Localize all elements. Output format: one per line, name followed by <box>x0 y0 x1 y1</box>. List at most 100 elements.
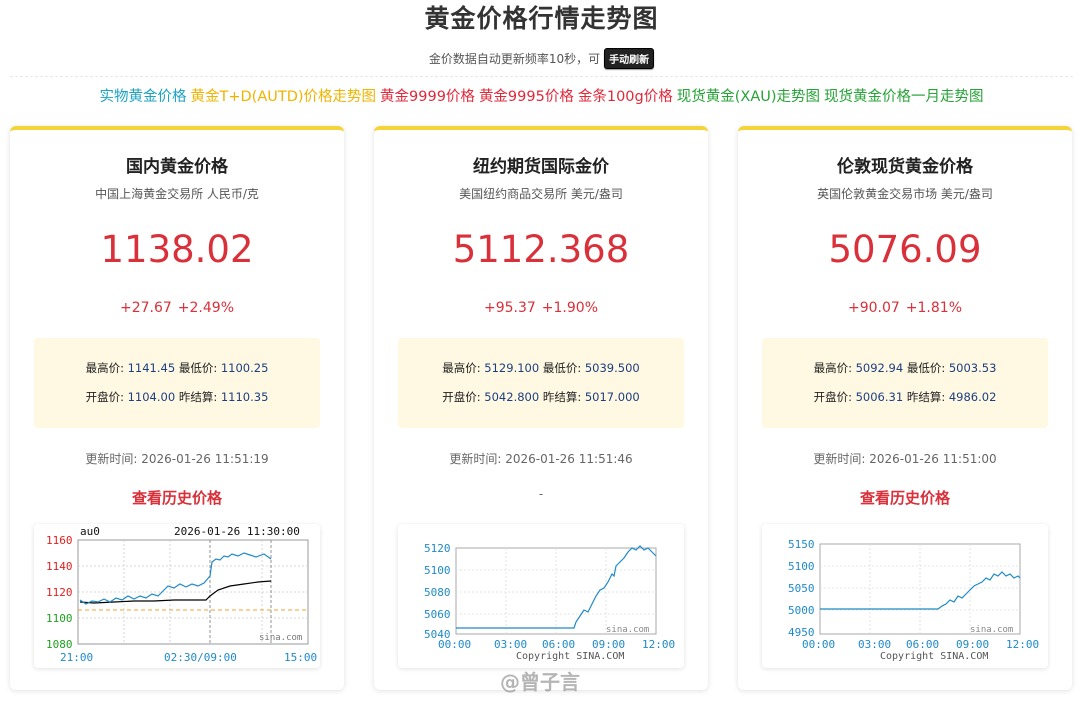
stats-row-open-prev: 开盘价: 5006.31 昨结算: 4986.02 <box>762 383 1048 412</box>
low-value: 1100.25 <box>220 361 269 375</box>
link-gold-9999[interactable]: 黄金9999价格 <box>380 85 475 106</box>
card-domestic-gold: 国内黄金价格 中国上海黄金交易所 人民币/克 1138.02 +27.67 +2.… <box>10 126 344 690</box>
y-tick: 5050 <box>788 582 815 595</box>
y-tick: 5080 <box>424 586 451 599</box>
high-value: 1141.45 <box>127 361 176 375</box>
chart-copyright: Copyright SINA.COM <box>880 651 988 662</box>
card-title: 国内黄金价格 <box>126 157 228 177</box>
x-tick: 00:00 <box>802 638 835 651</box>
x-tick: 02:30/09:00 <box>164 651 237 664</box>
link-spot-month[interactable]: 现货黄金价格一月走势图 <box>824 85 984 106</box>
prev-value: 4986.02 <box>948 390 997 404</box>
price-stats: 最高价: 5129.100 最低价: 5039.500 开盘价: 5042.80… <box>398 338 684 428</box>
y-tick: 1140 <box>46 560 73 573</box>
weibo-watermark: @曾子言 <box>500 670 580 694</box>
y-tick: 1160 <box>46 534 73 547</box>
change-value: +27.67 <box>119 300 172 316</box>
intraday-chart[interactable]: au0 2026-01-26 11:30:00 1160 1140 1120 1… <box>34 524 320 668</box>
prev-value: 1110.35 <box>220 390 269 404</box>
high-label: 最高价: <box>813 361 852 375</box>
card-subtitle: 英国伦敦黄金交易市场 美元/盎司 <box>817 187 993 201</box>
card-ny-futures-gold: 纽约期货国际金价 美国纽约商品交易所 美元/盎司 5112.368 +95.37… <box>374 126 708 690</box>
card-subtitle: 美国纽约商品交易所 美元/盎司 <box>459 187 623 201</box>
stats-row-high-low: 最高价: 1141.45 最低价: 1100.25 <box>34 354 320 383</box>
high-value: 5092.94 <box>855 361 904 375</box>
x-tick: 09:00 <box>956 638 989 651</box>
low-label: 最低价: <box>178 361 218 375</box>
page-title: 黄金价格行情走势图 <box>424 4 659 33</box>
update-time: 更新时间: 2026-01-26 11:51:19 <box>85 452 269 466</box>
x-tick: 03:00 <box>858 638 891 651</box>
card-title: 伦敦现货黄金价格 <box>837 157 973 177</box>
current-price: 5076.09 <box>828 228 982 271</box>
high-label: 最高价: <box>442 361 481 375</box>
stats-row-high-low: 最高价: 5129.100 最低价: 5039.500 <box>398 354 684 383</box>
intraday-chart[interactable]: 5150 5100 5050 5000 4950 sina.com 00:00 … <box>762 524 1048 668</box>
y-tick: 5120 <box>424 542 451 555</box>
y-tick: 5150 <box>788 538 815 551</box>
stats-row-high-low: 最高价: 5092.94 最低价: 5003.53 <box>762 354 1048 383</box>
x-tick: 12:00 <box>642 638 675 651</box>
stats-row-open-prev: 开盘价: 5042.800 昨结算: 5017.000 <box>398 383 684 412</box>
link-spot-xau[interactable]: 现货黄金(XAU)走势图 <box>677 85 820 106</box>
x-tick: 09:00 <box>592 638 625 651</box>
current-price: 1138.02 <box>100 228 254 271</box>
high-label: 最高价: <box>85 361 124 375</box>
view-history-link[interactable]: 查看历史价格 <box>10 487 344 507</box>
open-label: 开盘价: <box>442 390 481 404</box>
link-physical-gold[interactable]: 实物黄金价格 <box>99 85 186 106</box>
price-stats: 最高价: 5092.94 最低价: 5003.53 开盘价: 5006.31 昨… <box>762 338 1048 428</box>
chart-watermark: sina.com <box>606 625 649 635</box>
x-tick: 15:00 <box>284 651 317 664</box>
x-tick: 03:00 <box>494 638 527 651</box>
y-tick: 5060 <box>424 608 451 621</box>
change-percent: +1.81% <box>905 300 963 316</box>
open-value: 1104.00 <box>127 390 176 404</box>
low-label: 最低价: <box>906 361 946 375</box>
current-price: 5112.368 <box>452 228 630 271</box>
chart-watermark: sina.com <box>970 625 1013 635</box>
link-gold-td[interactable]: 黄金T+D(AUTD)价格走势图 <box>190 85 376 106</box>
low-value: 5003.53 <box>948 361 997 375</box>
chart-code: au0 <box>80 525 100 538</box>
quick-links-nav: 实物黄金价格 黄金T+D(AUTD)价格走势图 黄金9999价格 黄金9995价… <box>0 85 1083 106</box>
card-subtitle: 中国上海黄金交易所 人民币/克 <box>95 187 259 201</box>
prev-value: 5017.000 <box>584 390 640 404</box>
page-header: 黄金价格行情走势图 金价数据自动更新频率10秒，可 手动刷新 <box>0 0 1083 77</box>
history-placeholder: - <box>538 487 544 501</box>
refresh-info-text: 金价数据自动更新频率10秒，可 <box>428 51 601 66</box>
chart-watermark: sina.com <box>259 633 302 643</box>
price-change: +95.37 +1.90% <box>374 300 708 316</box>
price-change: +90.07 +1.81% <box>738 300 1072 316</box>
change-percent: +1.90% <box>541 300 599 316</box>
prev-label: 昨结算: <box>542 390 582 404</box>
y-tick: 1080 <box>46 638 73 651</box>
update-time: 更新时间: 2026-01-26 11:51:46 <box>449 452 633 466</box>
x-tick: 21:00 <box>60 651 93 664</box>
manual-refresh-button[interactable]: 手动刷新 <box>604 47 655 69</box>
chart-copyright: Copyright SINA.COM <box>516 651 624 662</box>
prev-label: 昨结算: <box>178 390 218 404</box>
link-gold-bar-100g[interactable]: 金条100g价格 <box>578 85 673 106</box>
open-value: 5006.31 <box>855 390 904 404</box>
view-history-link[interactable]: 查看历史价格 <box>738 487 1072 507</box>
x-tick: 12:00 <box>1006 638 1039 651</box>
y-tick: 5100 <box>424 564 451 577</box>
x-tick: 06:00 <box>542 638 575 651</box>
y-tick: 1120 <box>46 586 73 599</box>
header-divider <box>10 76 1073 77</box>
intraday-chart[interactable]: 5120 5100 5080 5060 5040 sina.com 00:00 … <box>398 524 684 668</box>
update-time: 更新时间: 2026-01-26 11:51:00 <box>813 452 997 466</box>
refresh-info: 金价数据自动更新频率10秒，可 手动刷新 <box>0 47 1083 69</box>
change-value: +95.37 <box>483 300 536 316</box>
card-london-spot-gold: 伦敦现货黄金价格 英国伦敦黄金交易市场 美元/盎司 5076.09 +90.07… <box>738 126 1072 690</box>
change-value: +90.07 <box>847 300 900 316</box>
x-tick: 00:00 <box>438 638 471 651</box>
open-label: 开盘价: <box>85 390 124 404</box>
y-tick: 5000 <box>788 604 815 617</box>
link-gold-9995[interactable]: 黄金9995价格 <box>479 85 574 106</box>
card-title: 纽约期货国际金价 <box>473 157 609 177</box>
open-label: 开盘价: <box>813 390 852 404</box>
prev-label: 昨结算: <box>906 390 946 404</box>
price-change: +27.67 +2.49% <box>10 300 344 316</box>
